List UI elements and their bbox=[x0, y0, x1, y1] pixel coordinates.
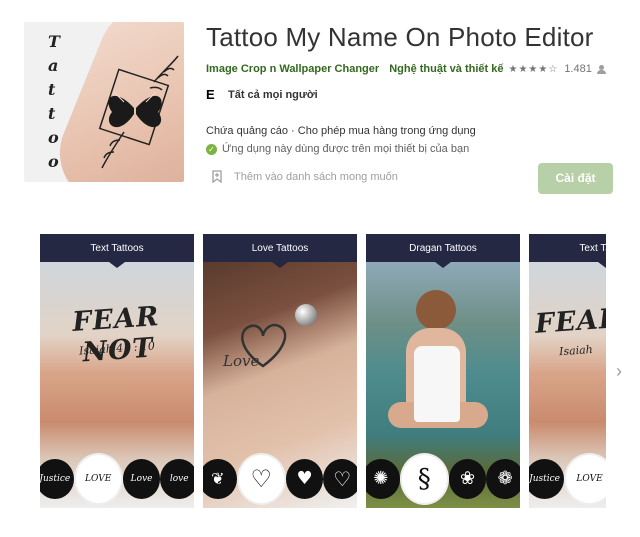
style-option-selected[interactable]: LOVE bbox=[73, 453, 123, 505]
screenshot-heading: Text Tattoos bbox=[529, 234, 606, 268]
style-option[interactable]: ❀ bbox=[448, 459, 487, 499]
style-option[interactable]: Justice bbox=[529, 459, 565, 499]
screenshot-love-tattoos[interactable]: Love Tattoos Love ❦ ♡ ♥ ♡ bbox=[203, 234, 357, 508]
screenshot-text-tattoos-2[interactable]: Text Tattoos FEAR Isaiah Justice LOVE bbox=[529, 234, 606, 508]
ads-notice: Chứa quảng cáo · Cho phép mua hàng trong… bbox=[206, 125, 476, 137]
category-link[interactable]: Nghệ thuật và thiết kế bbox=[389, 63, 503, 75]
style-option-selected[interactable]: ♡ bbox=[236, 453, 286, 505]
screenshot-heading: Dragan Tattoos bbox=[366, 234, 520, 268]
chevron-right-icon[interactable]: › bbox=[616, 362, 630, 380]
style-option[interactable]: ❦ bbox=[203, 459, 237, 499]
install-button[interactable]: Cài đặt bbox=[538, 163, 613, 194]
bookmark-add-icon bbox=[212, 170, 222, 183]
rating-count: 1.481 bbox=[564, 63, 592, 75]
screenshot-heading: Love Tattoos bbox=[203, 234, 357, 268]
icon-letter: a bbox=[48, 56, 59, 75]
wishlist-button[interactable]: Thêm vào danh sách mong muốn bbox=[212, 170, 398, 183]
screenshot-dragan-tattoos[interactable]: Dragan Tattoos ✺ § ❀ ❁ bbox=[366, 234, 520, 508]
content-rating-row: E Tất cả mọi người bbox=[206, 87, 318, 102]
screenshot-text-tattoos[interactable]: Text Tattoos FEAR NOT Isaiah 41 : 10 Jus… bbox=[40, 234, 194, 508]
style-option[interactable]: ♥ bbox=[285, 459, 324, 499]
earring bbox=[295, 304, 317, 326]
screenshot-heading: Text Tattoos bbox=[40, 234, 194, 268]
style-option-selected[interactable]: § bbox=[399, 453, 449, 505]
icon-letter: T bbox=[48, 32, 60, 51]
style-option-selected[interactable]: LOVE bbox=[564, 453, 606, 505]
compatibility-text: Ứng dụng này dùng được trên mọi thiết bị… bbox=[222, 143, 470, 155]
style-options: ✺ § ❀ ❁ bbox=[366, 453, 520, 505]
style-option[interactable]: Love bbox=[122, 459, 161, 499]
icon-letter: o bbox=[48, 152, 59, 171]
esrb-badge: E bbox=[206, 87, 215, 102]
butterfly-tattoo-icon bbox=[98, 55, 179, 169]
content-rating: Tất cả mọi người bbox=[228, 88, 318, 101]
style-option[interactable]: love you bbox=[160, 459, 194, 499]
screenshot-carousel: Text Tattoos FEAR NOT Isaiah 41 : 10 Jus… bbox=[40, 234, 606, 508]
compatibility-notice: ✓ Ứng dụng này dùng được trên mọi thiết … bbox=[206, 143, 469, 155]
icon-letter: t bbox=[48, 80, 56, 99]
rating-stars: ★★★★☆ bbox=[508, 63, 559, 75]
developer-link[interactable]: Image Crop n Wallpaper Changer bbox=[206, 63, 379, 75]
style-options: Justice LOVE Love love you bbox=[40, 453, 194, 505]
icon-letter: o bbox=[48, 128, 59, 147]
app-icon: T a t t o o bbox=[24, 22, 184, 182]
person-icon bbox=[596, 64, 606, 74]
person-head bbox=[416, 290, 456, 330]
style-option[interactable]: ✺ bbox=[366, 459, 400, 499]
love-tattoo-text: Love bbox=[223, 352, 260, 370]
app-title: Tattoo My Name On Photo Editor bbox=[206, 22, 594, 52]
check-circle-icon: ✓ bbox=[206, 143, 217, 155]
tank-top bbox=[414, 346, 460, 422]
style-option[interactable]: ♡ bbox=[323, 459, 357, 499]
wishlist-label: Thêm vào danh sách mong muốn bbox=[234, 170, 398, 183]
style-options: Justice LOVE bbox=[529, 453, 606, 505]
style-option[interactable]: ❁ bbox=[486, 459, 520, 499]
style-options: ❦ ♡ ♥ ♡ bbox=[203, 453, 357, 505]
tattoo-main-text: FEAR NOT bbox=[71, 301, 161, 369]
icon-letter: t bbox=[48, 104, 56, 123]
developer-row: Image Crop n Wallpaper Changer Nghệ thuậ… bbox=[206, 63, 606, 75]
style-option[interactable]: Justice bbox=[40, 459, 74, 499]
